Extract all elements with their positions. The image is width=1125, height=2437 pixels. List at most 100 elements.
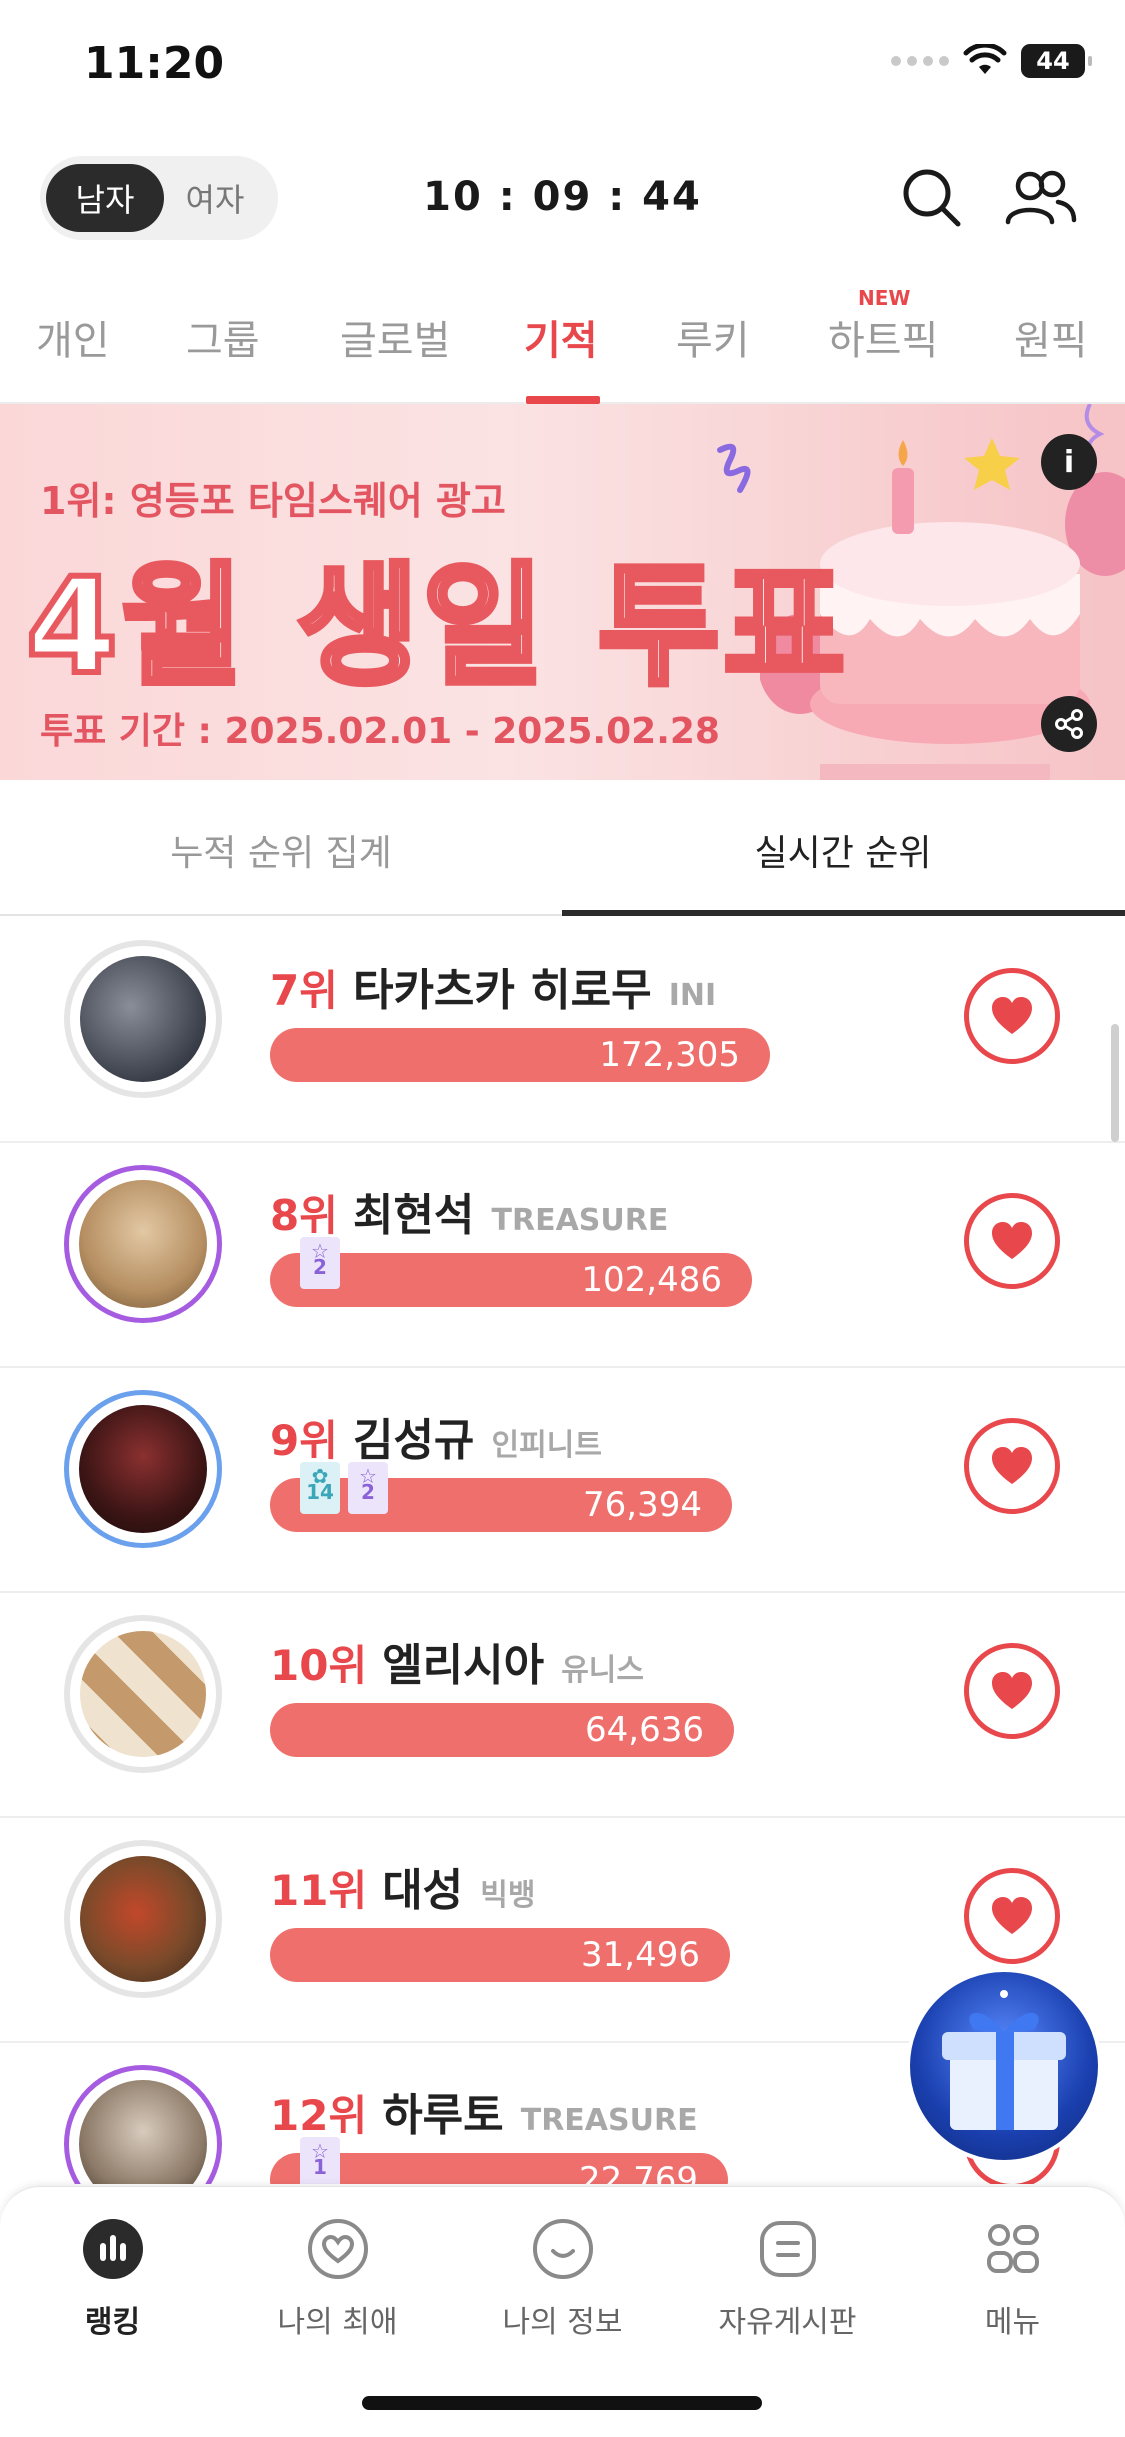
avatar [64, 2065, 222, 2184]
category-tabs: 개인 그룹 글로벌 기적 루키 NEW 하트픽 원픽 [0, 286, 1125, 404]
tab-miracle[interactable]: 기적 [524, 308, 598, 366]
confetti-icon [717, 443, 751, 493]
users-icon[interactable] [1002, 160, 1078, 236]
tab-heartpick-label: 하트픽 [828, 318, 939, 364]
artist-name: 대성 [382, 1865, 464, 1916]
new-badge: NEW [858, 286, 911, 310]
banner-title: 4월 생일 투표 [23, 547, 849, 707]
gift-button[interactable] [906, 1968, 1102, 2164]
board-icon [759, 2221, 816, 2277]
status-time: 11:20 [84, 38, 225, 89]
badge-count: 1 [313, 2155, 327, 2179]
signal-icon [891, 56, 949, 66]
tab-cumulative-ranking[interactable]: 누적 순위 집계 [0, 824, 562, 876]
ranking-sub-tabs: 누적 순위 집계 실시간 순위 [0, 780, 1125, 916]
rank-line: 11위 대성 빅뱅 [270, 1854, 535, 1918]
heart-icon [992, 1897, 1032, 1934]
nav-label: 메뉴 [984, 2305, 1041, 2340]
artist-group: 빅뱅 [480, 1878, 536, 1913]
leaf-badge: ✿ 14 [300, 1462, 340, 1514]
share-button[interactable] [1041, 696, 1097, 752]
ranking-row[interactable]: 9위 김성규 인피니트 76,394 ✿ 14 ☆ 2 [0, 1366, 1125, 1593]
artist-group: 인피니트 [491, 1428, 602, 1463]
ranking-row[interactable]: 7위 타카츠카 히로무 INI 172,305 [0, 916, 1125, 1143]
gift-icon [942, 1990, 1066, 2130]
avatar [64, 1615, 222, 1773]
nav-menu[interactable]: 메뉴 [900, 2217, 1125, 2341]
ranking-row[interactable]: 8위 최현석 TREASURE 102,486 ☆ 2 [0, 1141, 1125, 1368]
search-icon[interactable] [894, 160, 970, 236]
badge-count: 2 [313, 1255, 327, 1279]
info-button[interactable]: i [1041, 434, 1097, 490]
tab-heartpick[interactable]: NEW 하트픽 [828, 286, 939, 366]
nav-my-info[interactable]: 나의 정보 [450, 2217, 675, 2341]
heart-icon [992, 997, 1032, 1034]
ranking-icon [82, 2219, 143, 2279]
rank-line: 10위 엘리시아 유니스 [270, 1629, 644, 1693]
artist-group: INI [668, 978, 717, 1013]
rank-line: 7위 타카츠카 히로무 INI [270, 954, 716, 1018]
artist-group: TREASURE [491, 1203, 669, 1238]
avatar [64, 1165, 222, 1323]
star-badge: ☆ 2 [300, 1237, 340, 1289]
badge-count: 2 [361, 1480, 375, 1504]
rank-number: 12위 [270, 2091, 368, 2140]
tab-onepick[interactable]: 원픽 [1014, 308, 1088, 366]
tab-rookie[interactable]: 루키 [676, 308, 750, 366]
vote-heart-button[interactable] [964, 1418, 1060, 1514]
rank-line: 8위 최현석 TREASURE [270, 1179, 668, 1243]
vote-bar: 31,496 [270, 1928, 730, 1982]
avatar [64, 940, 222, 1098]
vote-bar: 102,486 [270, 1253, 752, 1307]
artist-name: 김성규 [352, 1415, 475, 1466]
nav-label: 랭킹 [84, 2305, 141, 2340]
star-badge: ☆ 2 [348, 1462, 388, 1514]
avatar [64, 1840, 222, 1998]
rank-number: 7위 [270, 966, 338, 1015]
tab-realtime-ranking[interactable]: 실시간 순위 [562, 824, 1124, 876]
wifi-icon [963, 44, 1007, 74]
heart-icon [992, 1672, 1032, 1709]
nav-my-favorite[interactable]: 나의 최애 [225, 2217, 450, 2341]
vote-bar: 172,305 [270, 1028, 770, 1082]
artist-group: TREASURE [520, 2103, 698, 2138]
tab-global[interactable]: 글로벌 [340, 308, 450, 366]
artist-group: 유니스 [561, 1653, 645, 1688]
banner-subtitle: 1위: 영등포 타임스퀘어 광고 [40, 479, 506, 523]
nav-free-board[interactable]: 자유게시판 [675, 2217, 900, 2341]
rank-line: 12위 하루토 TREASURE [270, 2079, 698, 2143]
artist-name: 엘리시아 [382, 1640, 545, 1691]
artist-name: 타카츠카 히로무 [352, 965, 652, 1016]
heart-icon [992, 1447, 1032, 1484]
star-badge: ☆ 1 [300, 2137, 340, 2184]
nav-ranking[interactable]: 랭킹 [0, 2217, 225, 2341]
nav-label: 자유게시판 [718, 2305, 857, 2340]
tab-individual[interactable]: 개인 [36, 308, 110, 366]
nav-label: 나의 최애 [277, 2305, 398, 2340]
battery-icon: 44 [1021, 44, 1092, 78]
tab-group[interactable]: 그룹 [186, 308, 260, 366]
rank-number: 10위 [270, 1641, 368, 1690]
badge-count: 14 [306, 1480, 334, 1504]
active-tab-indicator [526, 396, 600, 404]
status-icons: 44 [891, 44, 1092, 78]
nav-label: 나의 정보 [502, 2305, 623, 2340]
vote-heart-button[interactable] [964, 1643, 1060, 1739]
menu-grid-icon [986, 2224, 1039, 2273]
rank-number: 11위 [270, 1866, 368, 1915]
vote-heart-button[interactable] [964, 1193, 1060, 1289]
vote-heart-button[interactable] [964, 1868, 1060, 1964]
scrollbar[interactable] [1111, 1024, 1119, 1142]
artist-name: 하루토 [382, 2090, 504, 2141]
heart-icon [992, 1222, 1032, 1259]
ranking-row[interactable]: 10위 엘리시아 유니스 64,636 [0, 1591, 1125, 1818]
smile-icon [532, 2219, 593, 2279]
vote-heart-button[interactable] [964, 968, 1060, 1064]
rank-number: 9위 [270, 1416, 338, 1465]
vote-bar: 64,636 [270, 1703, 734, 1757]
status-bar: 11:20 44 [0, 0, 1125, 130]
event-banner[interactable]: 1위: 영등포 타임스퀘어 광고 4월 생일 투표 투표 기간 : 2025.0… [0, 404, 1125, 780]
heart-outline-icon [307, 2219, 368, 2279]
home-indicator [362, 2396, 762, 2410]
rank-line: 9위 김성규 인피니트 [270, 1404, 602, 1468]
